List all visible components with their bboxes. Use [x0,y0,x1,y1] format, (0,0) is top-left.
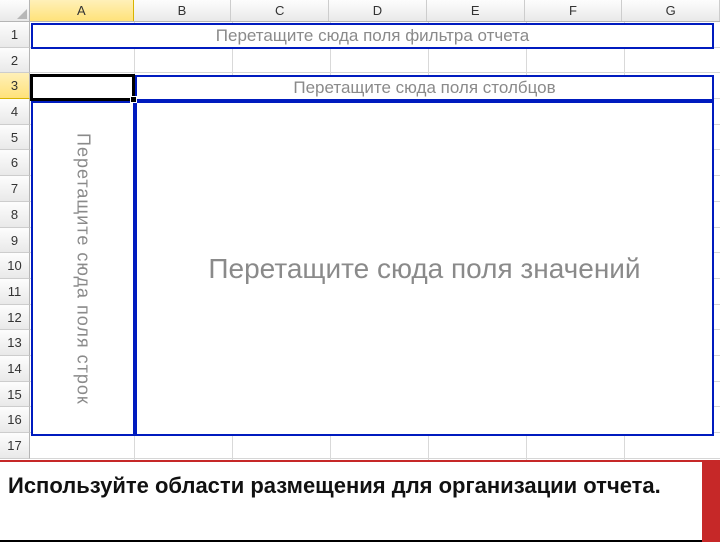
worksheet: A B C D E F G 1 2 3 4 5 6 7 8 9 10 11 [0,0,720,460]
row-header-16[interactable]: 16 [0,407,30,433]
row-header-3[interactable]: 3 [0,73,30,99]
col-header-E[interactable]: E [427,0,525,21]
caption-bar: Используйте области размещения для орган… [0,460,720,540]
row-header-4[interactable]: 4 [0,99,30,125]
row-header-14[interactable]: 14 [0,356,30,382]
pivot-columns-dropzone[interactable]: Перетащите сюда поля столбцов [135,75,714,101]
pivot-columns-hint: Перетащите сюда поля столбцов [293,78,555,98]
pivot-filter-dropzone[interactable]: Перетащите сюда поля фильтра отчета [31,23,714,49]
col-header-F[interactable]: F [525,0,623,21]
pivot-filter-hint: Перетащите сюда поля фильтра отчета [216,26,529,46]
row-header-10[interactable]: 10 [0,253,30,279]
pivot-values-hint: Перетащите сюда поля значений [202,253,646,285]
row-header-8[interactable]: 8 [0,202,30,228]
row-header-9[interactable]: 9 [0,228,30,254]
select-all-corner[interactable] [0,0,30,21]
row-header-15[interactable]: 15 [0,382,30,408]
row-header-12[interactable]: 12 [0,305,30,331]
col-header-B[interactable]: B [134,0,232,21]
row-header-17[interactable]: 17 [0,433,30,459]
row-header-13[interactable]: 13 [0,330,30,356]
col-header-D[interactable]: D [329,0,427,21]
col-header-G[interactable]: G [622,0,720,21]
column-headers: A B C D E F G [0,0,720,22]
pivot-values-dropzone[interactable]: Перетащите сюда поля значений [135,101,714,436]
col-header-C[interactable]: C [231,0,329,21]
row-header-5[interactable]: 5 [0,125,30,151]
cell-row[interactable] [30,433,720,459]
pivot-rows-dropzone[interactable]: Перетащите сюда поля строк [31,101,135,436]
caption-accent [702,462,720,542]
row-header-1[interactable]: 1 [0,22,30,48]
pivot-rows-hint: Перетащите сюда поля строк [73,133,94,405]
slide: A B C D E F G 1 2 3 4 5 6 7 8 9 10 11 [0,0,720,540]
caption-text: Используйте области размещения для орган… [0,462,720,500]
row-header-2[interactable]: 2 [0,48,30,74]
row-header-6[interactable]: 6 [0,150,30,176]
cell-row[interactable] [30,48,720,74]
row-header-11[interactable]: 11 [0,279,30,305]
spreadsheet-screenshot: A B C D E F G 1 2 3 4 5 6 7 8 9 10 11 [0,0,720,460]
col-header-A[interactable]: A [30,0,134,21]
row-header-7[interactable]: 7 [0,176,30,202]
